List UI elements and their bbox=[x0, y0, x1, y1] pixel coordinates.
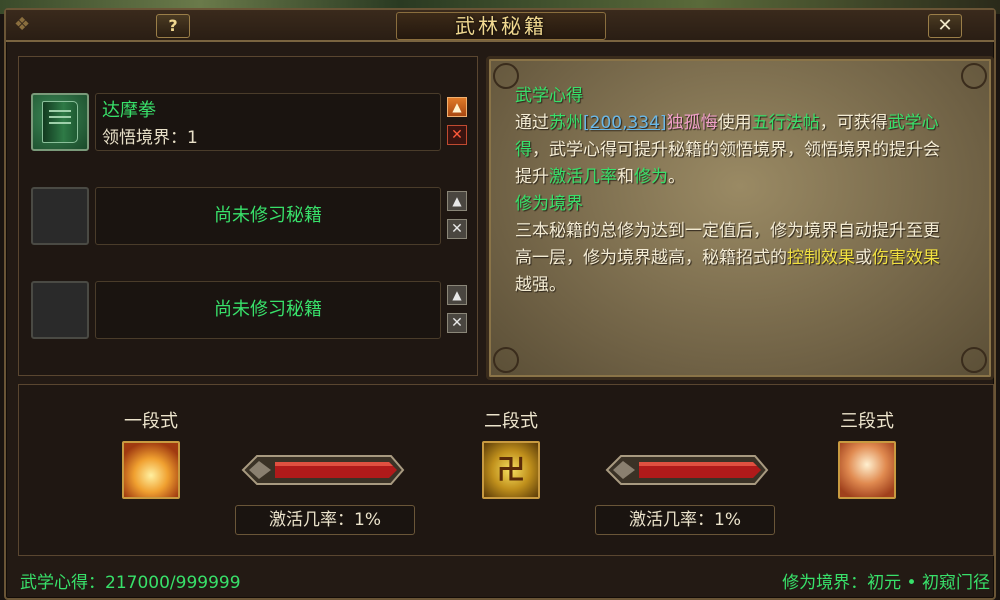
corner-ornament bbox=[961, 63, 987, 89]
book-slot-icon[interactable] bbox=[31, 93, 89, 151]
martial-secrets-window: ❖ ? 武林秘籍 ✕ 达摩拳 领悟境界：1 ▲ ✕ 尚未修习秘籍 ▲ ✕ 尚未修… bbox=[4, 8, 996, 600]
help-button[interactable]: ? bbox=[156, 14, 190, 38]
close-button[interactable]: ✕ bbox=[928, 14, 962, 38]
book-slot-info[interactable]: 尚未修习秘籍 bbox=[95, 187, 441, 245]
stage-two: 二段式 卍 bbox=[471, 407, 551, 499]
book-slots-panel: 达摩拳 领悟境界：1 ▲ ✕ 尚未修习秘籍 ▲ ✕ 尚未修习秘籍 ▲ ✕ bbox=[18, 56, 478, 376]
book-slot-info[interactable]: 达摩拳 领悟境界：1 bbox=[95, 93, 441, 151]
highlight-text: 伤害效果 bbox=[872, 248, 940, 268]
section-heading-cultivation: 修为境界 bbox=[515, 194, 583, 214]
cultivation-realm: 修为境界：初元 • 初窥门径 bbox=[782, 573, 990, 593]
place-link[interactable]: 苏州 bbox=[549, 113, 583, 133]
stage-label: 三段式 bbox=[840, 411, 894, 432]
empty-slot-label: 尚未修习秘籍 bbox=[214, 299, 322, 320]
text: 或 bbox=[855, 248, 872, 268]
section-heading-insight: 武学心得 bbox=[515, 86, 583, 106]
book-name: 达摩拳 bbox=[102, 100, 156, 121]
empty-slot-icon[interactable] bbox=[31, 187, 89, 245]
window-title: 武林秘籍 bbox=[396, 12, 606, 40]
activation-rate-1: 激活几率：1% bbox=[235, 505, 415, 535]
text: ，可获得 bbox=[819, 113, 888, 133]
text: 使用 bbox=[717, 113, 752, 133]
stage-two-skill-icon[interactable]: 卍 bbox=[482, 441, 540, 499]
corner-ornament bbox=[961, 347, 987, 373]
corner-ornament bbox=[493, 347, 519, 373]
highlight-text: 控制效果 bbox=[787, 248, 855, 268]
coords-link[interactable]: [200,334] bbox=[583, 113, 667, 133]
move-up-button[interactable]: ▲ bbox=[447, 97, 467, 117]
empty-slot-label: 尚未修习秘籍 bbox=[214, 205, 322, 226]
highlight-text: 修为 bbox=[634, 167, 668, 187]
insight-points: 武学心得：217000/999999 bbox=[20, 573, 241, 593]
stage-three: 三段式 bbox=[827, 407, 907, 499]
insight-description: 通过苏州[200,334]独孤悔使用五行法帖，可获得武学心得，武学心得可提升秘籍… bbox=[515, 110, 945, 191]
stage-one: 一段式 bbox=[111, 407, 191, 499]
highlight-text: 激活几率 bbox=[549, 167, 617, 187]
empty-slot-icon[interactable] bbox=[31, 281, 89, 339]
comprehension-level: 领悟境界：1 bbox=[102, 128, 198, 148]
book-slot-2[interactable]: 尚未修习秘籍 ▲ ✕ bbox=[31, 187, 479, 245]
text: 。 bbox=[668, 167, 685, 187]
cultivation-description: 三本秘籍的总修为达到一定值后，修为境界自动提升至更高一层，修为境界越高，秘籍招式… bbox=[515, 218, 945, 299]
activation-rate-2: 激活几率：1% bbox=[595, 505, 775, 535]
progress-arrow-2 bbox=[605, 455, 769, 485]
book-icon bbox=[42, 101, 78, 143]
stage-label: 一段式 bbox=[124, 411, 178, 432]
text: 通过 bbox=[515, 113, 549, 133]
npc-link[interactable]: 独孤悔 bbox=[667, 113, 718, 133]
move-up-button[interactable]: ▲ bbox=[447, 285, 467, 305]
swastika-icon: 卍 bbox=[496, 453, 525, 486]
title-ornament-left: ❖ bbox=[14, 14, 31, 35]
item-link[interactable]: 五行法帖 bbox=[752, 113, 820, 133]
stage-label: 二段式 bbox=[484, 411, 538, 432]
stage-panel: 一段式 二段式 卍 三段式 激活几率：1% 激活几率：1% bbox=[18, 384, 994, 556]
info-text: 武学心得 通过苏州[200,334]独孤悔使用五行法帖，可获得武学心得，武学心得… bbox=[515, 83, 945, 299]
book-slot-3[interactable]: 尚未修习秘籍 ▲ ✕ bbox=[31, 281, 479, 339]
stage-three-skill-icon[interactable] bbox=[838, 441, 896, 499]
stage-one-skill-icon[interactable] bbox=[122, 441, 180, 499]
remove-book-button[interactable]: ✕ bbox=[447, 125, 467, 145]
footer: 武学心得：217000/999999 修为境界：初元 • 初窥门径 bbox=[20, 566, 990, 596]
move-up-button[interactable]: ▲ bbox=[447, 191, 467, 211]
remove-book-button[interactable]: ✕ bbox=[447, 219, 467, 239]
text: 越强。 bbox=[515, 275, 566, 295]
title-bar: ❖ ? 武林秘籍 ✕ bbox=[6, 10, 994, 42]
book-slot-info[interactable]: 尚未修习秘籍 bbox=[95, 281, 441, 339]
book-slot-1[interactable]: 达摩拳 领悟境界：1 ▲ ✕ bbox=[31, 93, 479, 151]
info-panel: 武学心得 通过苏州[200,334]独孤悔使用五行法帖，可获得武学心得，武学心得… bbox=[486, 56, 994, 380]
text: 和 bbox=[617, 167, 634, 187]
remove-book-button[interactable]: ✕ bbox=[447, 313, 467, 333]
progress-arrow-1 bbox=[241, 455, 405, 485]
